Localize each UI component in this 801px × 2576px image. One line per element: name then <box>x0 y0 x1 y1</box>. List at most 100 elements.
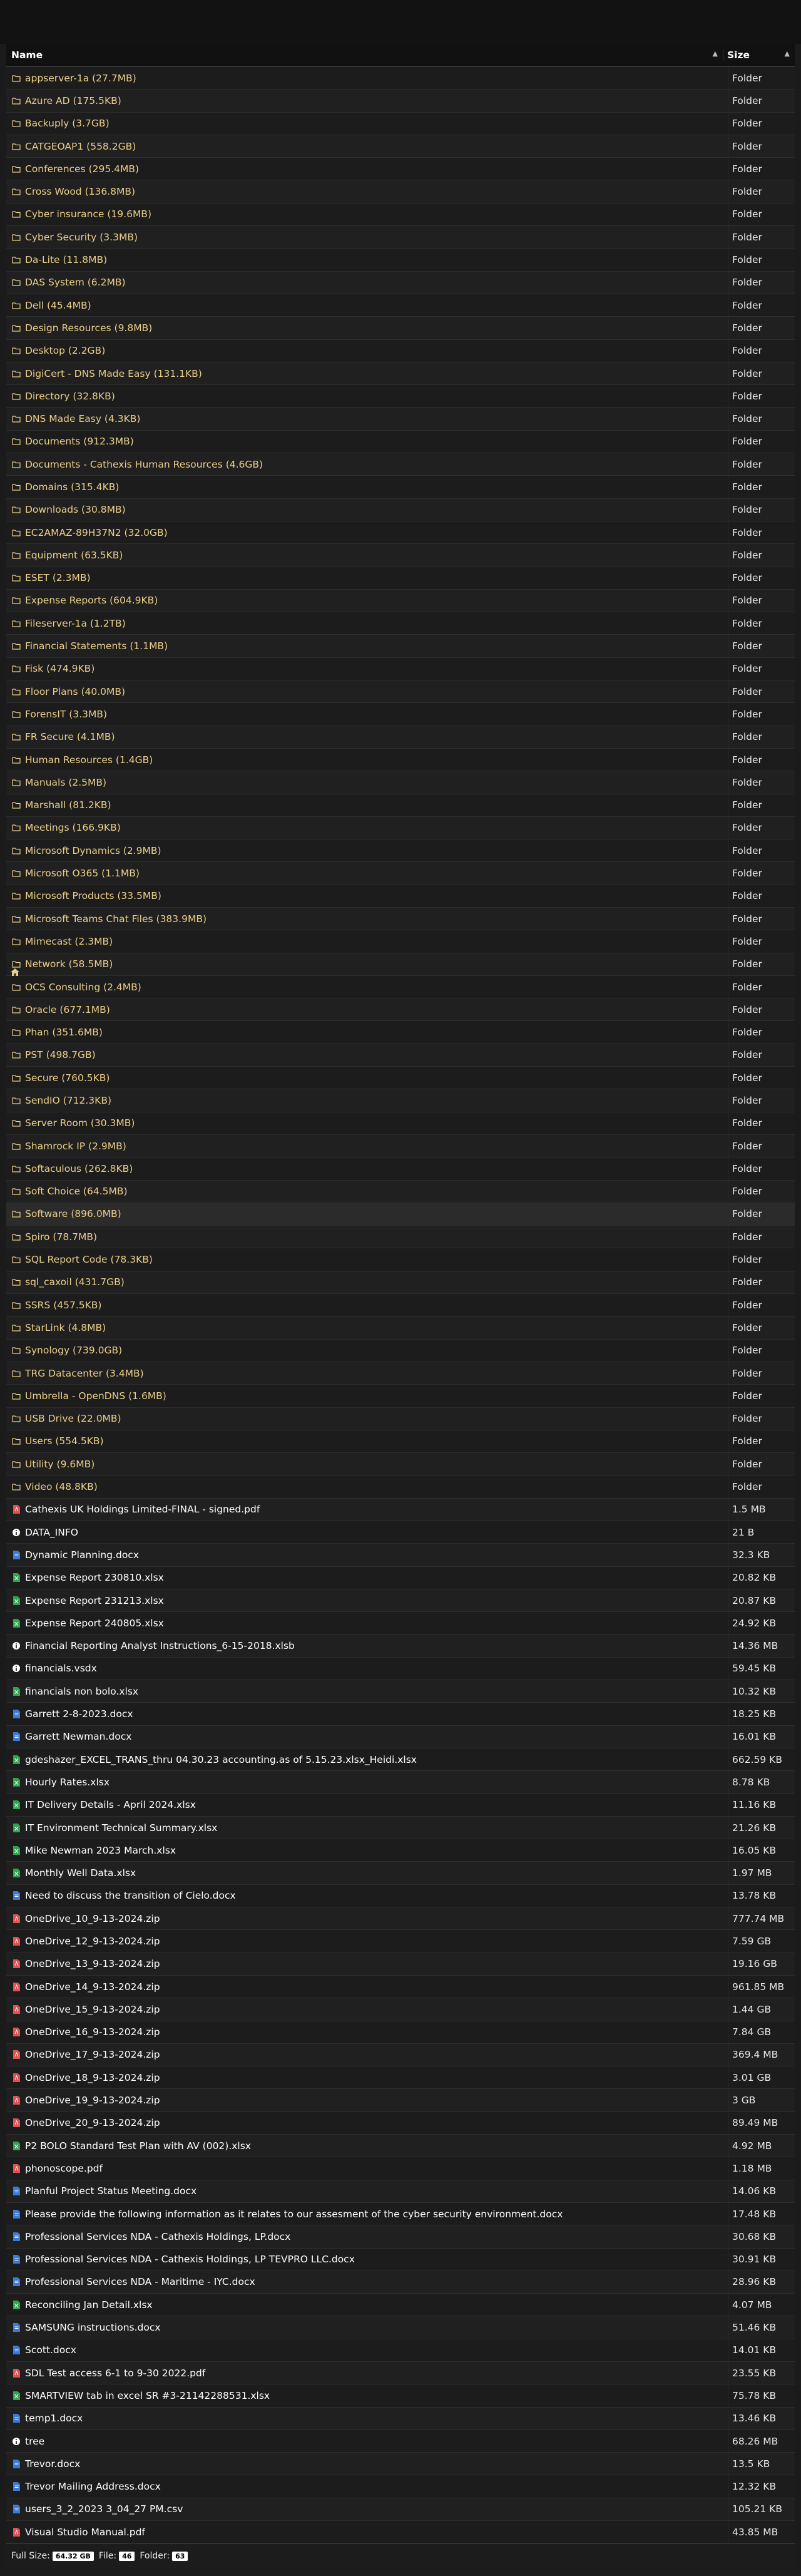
folder-row[interactable]: Desktop (2.2GB) Folder <box>6 339 795 362</box>
folder-row[interactable]: USB Drive (22.0MB) Folder <box>6 1407 795 1430</box>
file-link[interactable]: Visual Studio Manual.pdf <box>25 2527 145 2538</box>
file-row[interactable]: Please provide the following information… <box>6 2202 795 2226</box>
file-row[interactable]: OneDrive_18_9-13-2024.zip 3.01 GB <box>6 2066 795 2090</box>
file-row[interactable]: temp1.docx 13.46 KB <box>6 2407 795 2430</box>
folder-row[interactable]: Da-Lite (11.8MB) Folder <box>6 249 795 272</box>
file-link[interactable]: OneDrive_17_9-13-2024.zip <box>25 2049 160 2060</box>
folder-row[interactable]: Cyber Security (3.3MB) Folder <box>6 226 795 249</box>
file-link[interactable]: OneDrive_18_9-13-2024.zip <box>25 2072 160 2083</box>
file-link[interactable]: OneDrive_14_9-13-2024.zip <box>25 1981 160 1993</box>
folder-row[interactable]: PST (498.7GB) Folder <box>6 1044 795 1067</box>
folder-link[interactable]: Soft Choice (64.5MB) <box>25 1186 128 1197</box>
folder-link[interactable]: Microsoft O365 (1.1MB) <box>25 868 140 879</box>
folder-link[interactable]: Microsoft Dynamics (2.9MB) <box>25 845 161 856</box>
file-link[interactable]: Please provide the following information… <box>25 2209 563 2220</box>
file-row[interactable]: Garrett Newman.docx 16.01 KB <box>6 1725 795 1748</box>
folder-row[interactable]: Microsoft Dynamics (2.9MB) Folder <box>6 839 795 863</box>
file-row[interactable]: Expense Report 240805.xlsx 24.92 KB <box>6 1612 795 1635</box>
folder-row[interactable]: Server Room (30.3MB) Folder <box>6 1112 795 1135</box>
file-row[interactable]: phonoscope.pdf 1.18 MB <box>6 2157 795 2180</box>
file-row[interactable]: Visual Studio Manual.pdf 43.85 MB <box>6 2521 795 2544</box>
file-row[interactable]: Professional Services NDA - Maritime - I… <box>6 2271 795 2294</box>
folder-link[interactable]: CATGEOAP1 (558.2GB) <box>25 141 136 152</box>
folder-row[interactable]: SendIO (712.3KB) Folder <box>6 1089 795 1112</box>
folder-row[interactable]: Phan (351.6MB) Folder <box>6 1021 795 1044</box>
file-link[interactable]: Expense Report 230810.xlsx <box>25 1572 164 1583</box>
file-row[interactable]: OneDrive_15_9-13-2024.zip 1.44 GB <box>6 1998 795 2021</box>
file-link[interactable]: Need to discuss the transition of Cielo.… <box>25 1890 236 1901</box>
file-link[interactable]: gdeshazer_EXCEL_TRANS_thru 04.30.23 acco… <box>25 1754 417 1765</box>
folder-link[interactable]: appserver-1a (27.7MB) <box>25 73 136 84</box>
file-row[interactable]: Mike Newman 2023 March.xlsx 16.05 KB <box>6 1839 795 1862</box>
folder-link[interactable]: Manuals (2.5MB) <box>25 777 106 788</box>
file-row[interactable]: users_3_2_2023 3_04_27 PM.csv 105.21 KB <box>6 2498 795 2522</box>
folder-link[interactable]: Dell (45.4MB) <box>25 300 91 311</box>
folder-link[interactable]: Backuply (3.7GB) <box>25 118 110 129</box>
file-link[interactable]: Garrett 2-8-2023.docx <box>25 1708 133 1720</box>
folder-row[interactable]: Financial Statements (1.1MB) Folder <box>6 635 795 658</box>
folder-link[interactable]: Financial Statements (1.1MB) <box>25 640 168 652</box>
folder-row[interactable]: Utility (9.6MB) Folder <box>6 1453 795 1476</box>
file-row[interactable]: DATA_INFO 21 B <box>6 1521 795 1544</box>
file-row[interactable]: Dynamic Planning.docx 32.3 KB <box>6 1544 795 1567</box>
folder-row[interactable]: Oracle (677.1MB) Folder <box>6 998 795 1022</box>
folder-link[interactable]: Spiro (78.7MB) <box>25 1231 97 1243</box>
folder-row[interactable]: Video (48.8KB) Folder <box>6 1475 795 1499</box>
file-link[interactable]: Cathexis UK Holdings Limited-FINAL - sig… <box>25 1504 260 1515</box>
folder-link[interactable]: Design Resources (9.8MB) <box>25 322 152 334</box>
file-link[interactable]: SAMSUNG instructions.docx <box>25 2322 161 2333</box>
folder-link[interactable]: Secure (760.5KB) <box>25 1072 110 1084</box>
file-link[interactable]: Garrett Newman.docx <box>25 1731 131 1742</box>
folder-row[interactable]: Software (896.0MB) Folder <box>6 1203 795 1226</box>
folder-row[interactable]: Marshall (81.2KB) Folder <box>6 794 795 817</box>
file-row[interactable]: OneDrive_10_9-13-2024.zip 777.74 MB <box>6 1907 795 1931</box>
folder-link[interactable]: Meetings (166.9KB) <box>25 822 121 833</box>
file-row[interactable]: tree 68.26 MB <box>6 2430 795 2453</box>
file-link[interactable]: SDL Test access 6-1 to 9-30 2022.pdf <box>25 2368 205 2379</box>
folder-row[interactable]: DNS Made Easy (4.3KB) Folder <box>6 408 795 431</box>
folder-row[interactable]: Network (58.5MB) Folder <box>6 953 795 976</box>
folder-row[interactable]: Meetings (166.9KB) Folder <box>6 816 795 840</box>
folder-row[interactable]: EC2AMAZ-89H37N2 (32.0GB) Folder <box>6 521 795 545</box>
folder-row[interactable]: Manuals (2.5MB) Folder <box>6 771 795 794</box>
folder-link[interactable]: Mimecast (2.3MB) <box>25 936 113 947</box>
file-link[interactable]: Expense Report 240805.xlsx <box>25 1618 164 1629</box>
file-link[interactable]: Hourly Rates.xlsx <box>25 1777 110 1788</box>
folder-link[interactable]: Softaculous (262.8KB) <box>25 1163 133 1174</box>
folder-row[interactable]: Equipment (63.5KB) Folder <box>6 544 795 567</box>
folder-link[interactable]: Documents - Cathexis Human Resources (4.… <box>25 459 263 470</box>
folder-row[interactable]: Design Resources (9.8MB) Folder <box>6 317 795 340</box>
file-link[interactable]: Professional Services NDA - Cathexis Hol… <box>25 2231 290 2242</box>
folder-link[interactable]: Human Resources (1.4GB) <box>25 754 153 766</box>
folder-link[interactable]: Utility (9.6MB) <box>25 1459 94 1470</box>
file-link[interactable]: financials.vsdx <box>25 1663 97 1674</box>
folder-link[interactable]: Network (58.5MB) <box>25 958 113 970</box>
file-link[interactable]: users_3_2_2023 3_04_27 PM.csv <box>25 2503 183 2515</box>
folder-row[interactable]: Expense Reports (604.9KB) Folder <box>6 589 795 613</box>
sort-arrows-icon[interactable]: ▲︎ <box>785 49 790 61</box>
folder-row[interactable]: Umbrella - OpenDNS (1.6MB) Folder <box>6 1385 795 1408</box>
sort-arrows-icon[interactable]: ▲︎ <box>713 49 718 61</box>
folder-link[interactable]: Server Room (30.3MB) <box>25 1117 135 1129</box>
size-column-header[interactable]: Size ▲︎ <box>723 49 795 61</box>
file-link[interactable]: Monthly Well Data.xlsx <box>25 1867 136 1879</box>
file-row[interactable]: OneDrive_19_9-13-2024.zip 3 GB <box>6 2089 795 2112</box>
folder-row[interactable]: Fisk (474.9KB) Folder <box>6 657 795 681</box>
folder-link[interactable]: StarLink (4.8MB) <box>25 1322 106 1333</box>
file-row[interactable]: Trevor.docx 13.5 KB <box>6 2453 795 2476</box>
file-link[interactable]: OneDrive_20_9-13-2024.zip <box>25 2117 160 2128</box>
folder-link[interactable]: ForensIT (3.3MB) <box>25 709 107 720</box>
folder-row[interactable]: TRG Datacenter (3.4MB) Folder <box>6 1362 795 1385</box>
file-row[interactable]: Professional Services NDA - Cathexis Hol… <box>6 2248 795 2271</box>
folder-link[interactable]: SendIO (712.3KB) <box>25 1095 111 1106</box>
file-link[interactable]: IT Environment Technical Summary.xlsx <box>25 1822 217 1834</box>
file-row[interactable]: OneDrive_20_9-13-2024.zip 89.49 MB <box>6 2112 795 2135</box>
file-link[interactable]: Professional Services NDA - Cathexis Hol… <box>25 2254 355 2265</box>
folder-link[interactable]: Fisk (474.9KB) <box>25 663 94 674</box>
file-link[interactable]: Professional Services NDA - Maritime - I… <box>25 2276 255 2287</box>
folder-link[interactable]: ESET (2.3MB) <box>25 572 91 583</box>
folder-row[interactable]: Microsoft Teams Chat Files (383.9MB) Fold… <box>6 907 795 931</box>
folder-row[interactable]: Domains (315.4KB) Folder <box>6 476 795 499</box>
folder-row[interactable]: Microsoft O365 (1.1MB) Folder <box>6 862 795 885</box>
folder-row[interactable]: Soft Choice (64.5MB) Folder <box>6 1180 795 1203</box>
